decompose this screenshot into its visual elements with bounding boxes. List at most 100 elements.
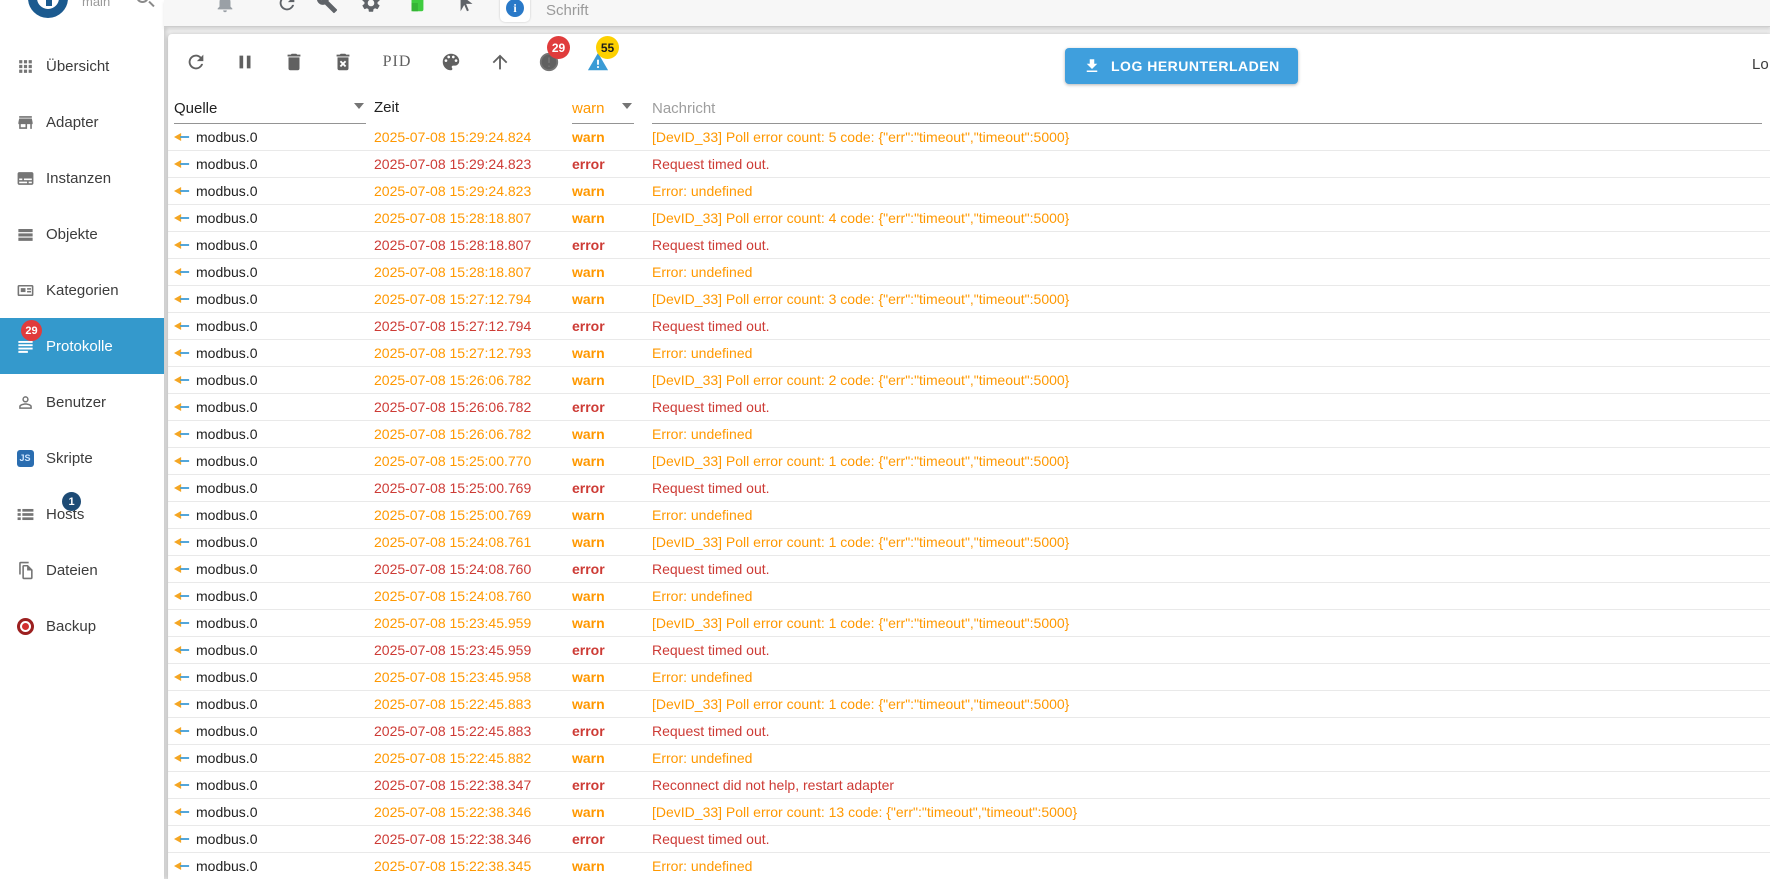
log-row: modbus.0 2025-07-08 15:24:08.761 warn [D… [168, 529, 1770, 556]
sidebar-label: Backup [46, 617, 97, 635]
app-bar-right-label: Schrift [546, 2, 589, 19]
sidebar-label: Objekte [46, 225, 98, 243]
log-source-cell: modbus.0 [174, 588, 374, 604]
log-time: 2025-07-08 15:29:24.823 [374, 156, 532, 172]
log-row: modbus.0 2025-07-08 15:23:45.958 warn Er… [168, 664, 1770, 691]
sidebar-item-instanzen[interactable]: Instanzen [0, 150, 164, 206]
sidebar-label: Instanzen [46, 169, 112, 187]
log-source-cell: modbus.0 [174, 777, 374, 793]
sidebar-label: Kategorien [46, 281, 119, 299]
log-source: modbus.0 [196, 804, 258, 820]
log-row: modbus.0 2025-07-08 15:26:06.782 error R… [168, 394, 1770, 421]
log-message: [DevID_33] Poll error count: 5 code: {"e… [652, 129, 1070, 145]
sidebar-item-protokolle[interactable]: 29 Protokolle [0, 318, 164, 374]
pause-logs-button[interactable] [233, 50, 257, 74]
log-severity: warn [572, 750, 605, 766]
sidebar-item-benutzer[interactable]: Benutzer [0, 374, 164, 430]
log-severity: error [572, 561, 605, 577]
search-icon[interactable] [136, 0, 149, 3]
host-status-icon[interactable] [406, 0, 428, 14]
settings-gear-icon[interactable] [360, 0, 382, 14]
log-source: modbus.0 [196, 129, 258, 145]
sidebar-item-hosts[interactable]: 1 Dateien Hosts [0, 486, 164, 542]
log-message: Error: undefined [652, 183, 753, 199]
log-severity: warn [572, 534, 605, 550]
log-message: Reconnect did not help, restart adapter [652, 777, 895, 793]
log-source-cell: modbus.0 [174, 669, 374, 685]
modbus-adapter-icon [174, 565, 190, 573]
log-row: modbus.0 2025-07-08 15:28:18.807 warn [D… [168, 205, 1770, 232]
log-message: Request timed out. [652, 723, 770, 739]
sidebar-item-dateien[interactable]: Dateien [0, 542, 164, 598]
source-filter-select[interactable]: Quelle [174, 94, 366, 124]
log-source: modbus.0 [196, 588, 258, 604]
host-count-badge: 1 [62, 492, 81, 511]
log-time: 2025-07-08 15:26:06.782 [374, 426, 532, 442]
clear-log-on-disk-button[interactable] [331, 50, 355, 74]
log-source: modbus.0 [196, 723, 258, 739]
log-message: Request timed out. [652, 399, 770, 415]
log-message: Error: undefined [652, 858, 753, 874]
colorize-palette-button[interactable] [439, 50, 463, 74]
log-severity: warn [572, 858, 605, 874]
wrench-icon[interactable] [316, 0, 338, 14]
log-severity: error [572, 237, 605, 253]
sidebar-label: Protokolle [46, 337, 113, 355]
log-row: modbus.0 2025-07-08 15:22:38.346 error R… [168, 826, 1770, 853]
log-message: Error: undefined [652, 669, 753, 685]
modbus-adapter-icon [174, 430, 190, 438]
refresh-icon[interactable] [276, 0, 298, 14]
log-time: 2025-07-08 15:23:45.959 [374, 642, 532, 658]
store-icon [15, 112, 35, 132]
log-row: modbus.0 2025-07-08 15:22:45.883 error R… [168, 718, 1770, 745]
notifications-bell-icon[interactable] [214, 0, 236, 14]
refresh-logs-button[interactable] [184, 50, 208, 74]
sidebar-item-adapter[interactable]: Adapter [0, 94, 164, 150]
download-log-button[interactable]: LOG HERUNTERLADEN [1065, 48, 1298, 84]
log-severity: warn [572, 372, 605, 388]
sidebar-item-objekte[interactable]: Objekte [0, 206, 164, 262]
log-source: modbus.0 [196, 696, 258, 712]
log-time: 2025-07-08 15:28:18.807 [374, 210, 532, 226]
clear-log-button[interactable] [282, 50, 306, 74]
log-source: modbus.0 [196, 156, 258, 172]
sidebar-item-backup[interactable]: Backup [0, 598, 164, 654]
modbus-adapter-icon [174, 835, 190, 843]
log-message: [DevID_33] Poll error count: 4 code: {"e… [652, 210, 1070, 226]
log-message: Request timed out. [652, 156, 770, 172]
modbus-adapter-icon [174, 160, 190, 168]
category-card-icon [15, 280, 35, 300]
sidebar-item-uebersicht[interactable]: Übersicht [0, 38, 164, 94]
log-severity: warn [572, 183, 605, 199]
expert-mode-icon[interactable] [456, 0, 478, 14]
log-source: modbus.0 [196, 480, 258, 496]
log-row: modbus.0 2025-07-08 15:29:24.823 error R… [168, 151, 1770, 178]
sidebar-item-kategorien[interactable]: Kategorien [0, 262, 164, 318]
show-pid-toggle[interactable]: PID [380, 50, 414, 74]
log-source: modbus.0 [196, 669, 258, 685]
sidebar-item-skripte[interactable]: JS Skripte [0, 430, 164, 486]
log-message: Request timed out. [652, 237, 770, 253]
log-severity: warn [572, 696, 605, 712]
log-toolbar: PID 29 55 LOG HERUNTERLADEN Lo [168, 36, 1770, 84]
message-filter-input[interactable] [652, 94, 1762, 124]
info-icon[interactable]: i [500, 0, 530, 22]
log-source-cell: modbus.0 [174, 831, 374, 847]
log-severity: error [572, 480, 605, 496]
log-message: Request timed out. [652, 318, 770, 334]
chevron-down-icon [354, 103, 364, 109]
sidebar: Übersicht Adapter Instanzen Objekte Kate… [0, 27, 164, 879]
log-message: [DevID_33] Poll error count: 3 code: {"e… [652, 291, 1070, 307]
log-source-cell: modbus.0 [174, 696, 374, 712]
log-severity: warn [572, 426, 605, 442]
scroll-to-top-button[interactable] [488, 50, 512, 74]
log-source: modbus.0 [196, 642, 258, 658]
log-severity: error [572, 642, 605, 658]
log-severity: error [572, 156, 605, 172]
severity-filter-select[interactable]: warn [572, 94, 634, 124]
log-source: modbus.0 [196, 561, 258, 577]
modbus-adapter-icon [174, 592, 190, 600]
log-source-cell: modbus.0 [174, 534, 374, 550]
log-severity: error [572, 723, 605, 739]
log-message: [DevID_33] Poll error count: 1 code: {"e… [652, 615, 1070, 631]
